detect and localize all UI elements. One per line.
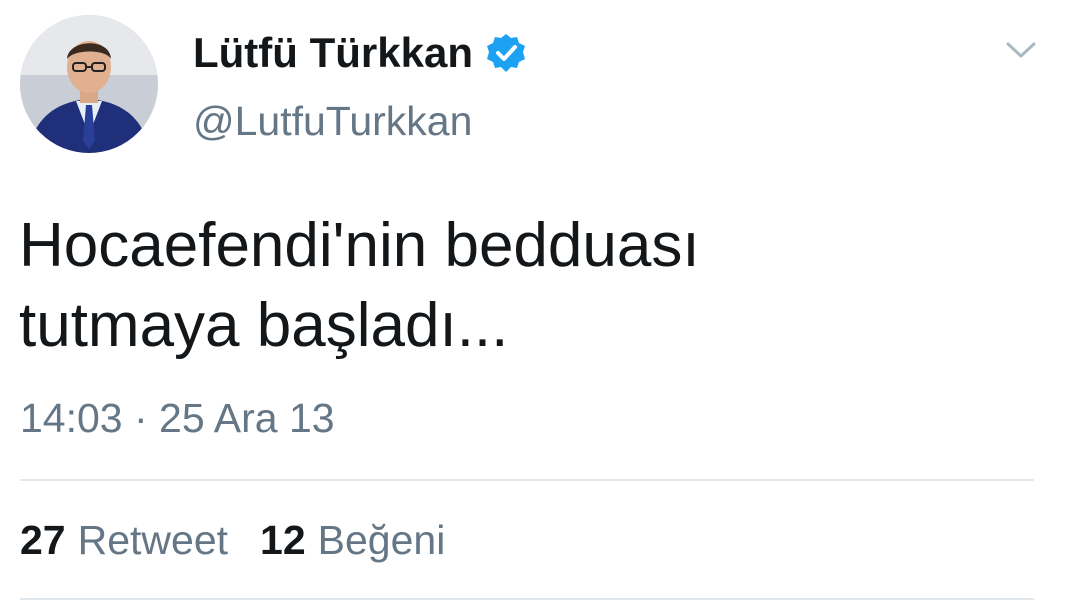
like-label: Beğeni bbox=[317, 517, 446, 563]
tweet-text-line: Hocaefendi'nin bedduası bbox=[19, 211, 700, 280]
divider bbox=[20, 479, 1034, 481]
author-display-name[interactable]: Lütfü Türkkan bbox=[193, 27, 473, 79]
like-count: 12 bbox=[260, 517, 306, 563]
author-handle[interactable]: @LutfuTurkkan bbox=[193, 96, 472, 146]
retweet-stat[interactable]: 27 Retweet bbox=[20, 514, 228, 566]
tweet-text: Hocaefendi'nin bedduası tutmaya başladı.… bbox=[19, 206, 1039, 366]
chevron-down-icon[interactable] bbox=[1004, 38, 1038, 62]
divider bbox=[20, 598, 1034, 600]
verified-badge-icon bbox=[485, 32, 527, 74]
avatar[interactable] bbox=[20, 15, 158, 153]
retweet-label: Retweet bbox=[77, 517, 229, 563]
retweet-count: 27 bbox=[20, 517, 66, 563]
tweet-timestamp[interactable]: 14:03 · 25 Ara 13 bbox=[20, 393, 335, 443]
author-name[interactable]: Lütfü Türkkan bbox=[193, 27, 527, 79]
like-stat[interactable]: 12 Beğeni bbox=[260, 514, 445, 566]
tweet-stats: 27 Retweet 12 Beğeni bbox=[20, 514, 445, 566]
tweet-text-line: tutmaya başladı... bbox=[19, 291, 509, 360]
